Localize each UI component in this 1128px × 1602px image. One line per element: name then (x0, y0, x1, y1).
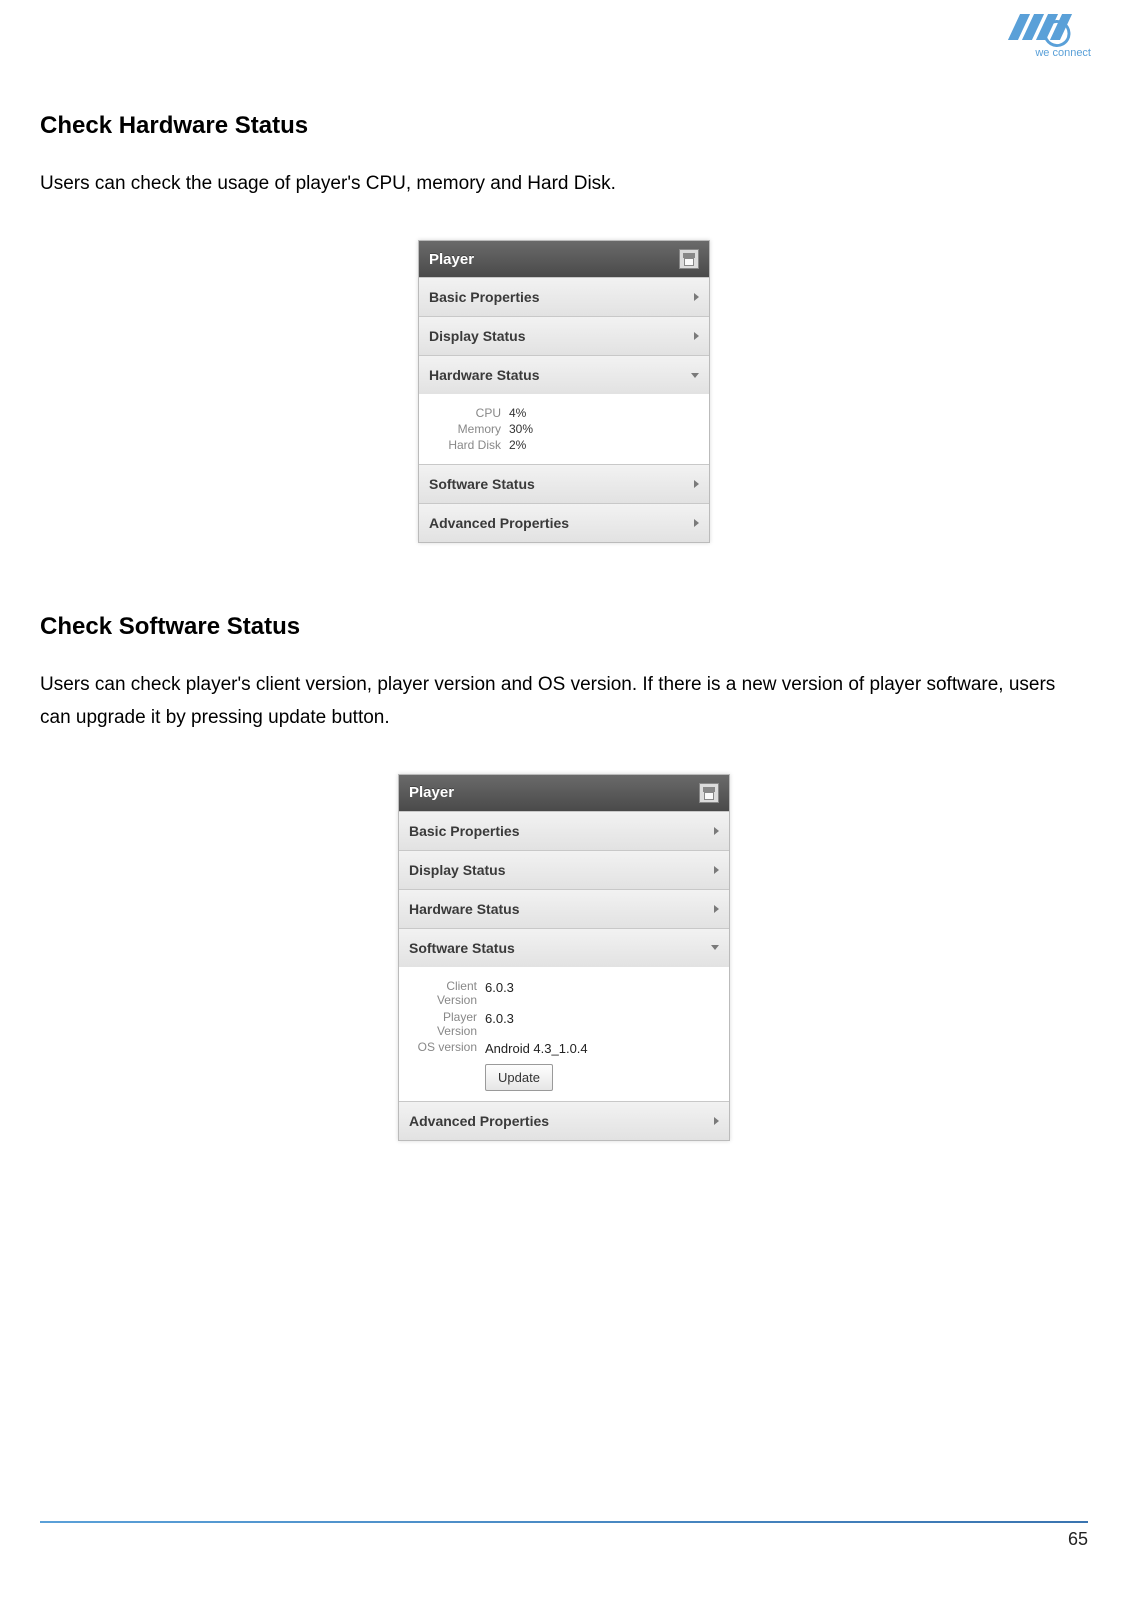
client-version-value: 6.0.3 (485, 979, 514, 995)
client-version-label: Client Version (411, 979, 485, 1008)
section-title-software: Check Software Status (40, 613, 1088, 641)
accordion-label: Display Status (429, 328, 525, 344)
player-panel-software: Player Basic Properties Display Status H… (398, 774, 730, 1142)
accordion-label: Hardware Status (409, 901, 519, 917)
accordion-display-status[interactable]: Display Status (399, 850, 729, 889)
chevron-right-icon (714, 1117, 719, 1125)
chevron-down-icon (691, 373, 699, 378)
accordion-label: Basic Properties (429, 289, 540, 305)
player-version-label: Player Version (411, 1010, 485, 1039)
cpu-label: CPU (431, 406, 509, 420)
memory-label: Memory (431, 422, 509, 436)
accordion-basic-properties[interactable]: Basic Properties (399, 811, 729, 850)
os-version-label: OS version (411, 1040, 485, 1054)
save-icon[interactable] (699, 783, 719, 803)
accordion-hardware-status[interactable]: Hardware Status (419, 355, 709, 394)
accordion-label: Basic Properties (409, 823, 520, 839)
section-body-software: Users can check player's client version,… (40, 669, 1088, 734)
panel-header: Player (399, 775, 729, 811)
footer-divider (40, 1521, 1088, 1523)
chevron-right-icon (694, 480, 699, 488)
panel-header: Player (419, 241, 709, 277)
chevron-right-icon (694, 519, 699, 527)
accordion-label: Advanced Properties (429, 515, 569, 531)
memory-value: 30% (509, 422, 533, 436)
chevron-down-icon (711, 945, 719, 950)
accordion-advanced-properties[interactable]: Advanced Properties (399, 1101, 729, 1140)
panel-title: Player (409, 784, 454, 801)
accordion-hardware-status[interactable]: Hardware Status (399, 889, 729, 928)
accordion-label: Advanced Properties (409, 1113, 549, 1129)
player-panel-hardware: Player Basic Properties Display Status H… (418, 240, 710, 543)
save-icon[interactable] (679, 249, 699, 269)
accordion-label: Software Status (409, 940, 515, 956)
accordion-display-status[interactable]: Display Status (419, 316, 709, 355)
chevron-right-icon (694, 332, 699, 340)
page-number: 65 (40, 1529, 1088, 1550)
accordion-label: Display Status (409, 862, 505, 878)
hardware-status-body: CPU 4% Memory 30% Hard Disk 2% (419, 394, 709, 464)
logo-tagline: we connect (1034, 47, 1091, 59)
page-footer: 65 (40, 1521, 1088, 1550)
accordion-basic-properties[interactable]: Basic Properties (419, 277, 709, 316)
accordion-label: Hardware Status (429, 367, 539, 383)
section-title-hardware: Check Hardware Status (40, 112, 1088, 140)
accordion-software-status[interactable]: Software Status (399, 928, 729, 967)
chevron-right-icon (714, 905, 719, 913)
brand-logo: we connect (983, 12, 1093, 62)
cpu-value: 4% (509, 406, 526, 420)
player-version-value: 6.0.3 (485, 1010, 514, 1026)
chevron-right-icon (714, 866, 719, 874)
chevron-right-icon (694, 293, 699, 301)
accordion-label: Software Status (429, 476, 535, 492)
panel-title: Player (429, 251, 474, 268)
harddisk-value: 2% (509, 438, 526, 452)
accordion-advanced-properties[interactable]: Advanced Properties (419, 503, 709, 542)
section-body-hardware: Users can check the usage of player's CP… (40, 168, 1088, 200)
accordion-software-status[interactable]: Software Status (419, 464, 709, 503)
chevron-right-icon (714, 827, 719, 835)
harddisk-label: Hard Disk (431, 438, 509, 452)
software-status-body: Client Version 6.0.3 Player Version 6.0.… (399, 967, 729, 1102)
update-button[interactable]: Update (485, 1064, 553, 1091)
os-version-value: Android 4.3_1.0.4 (485, 1040, 588, 1056)
